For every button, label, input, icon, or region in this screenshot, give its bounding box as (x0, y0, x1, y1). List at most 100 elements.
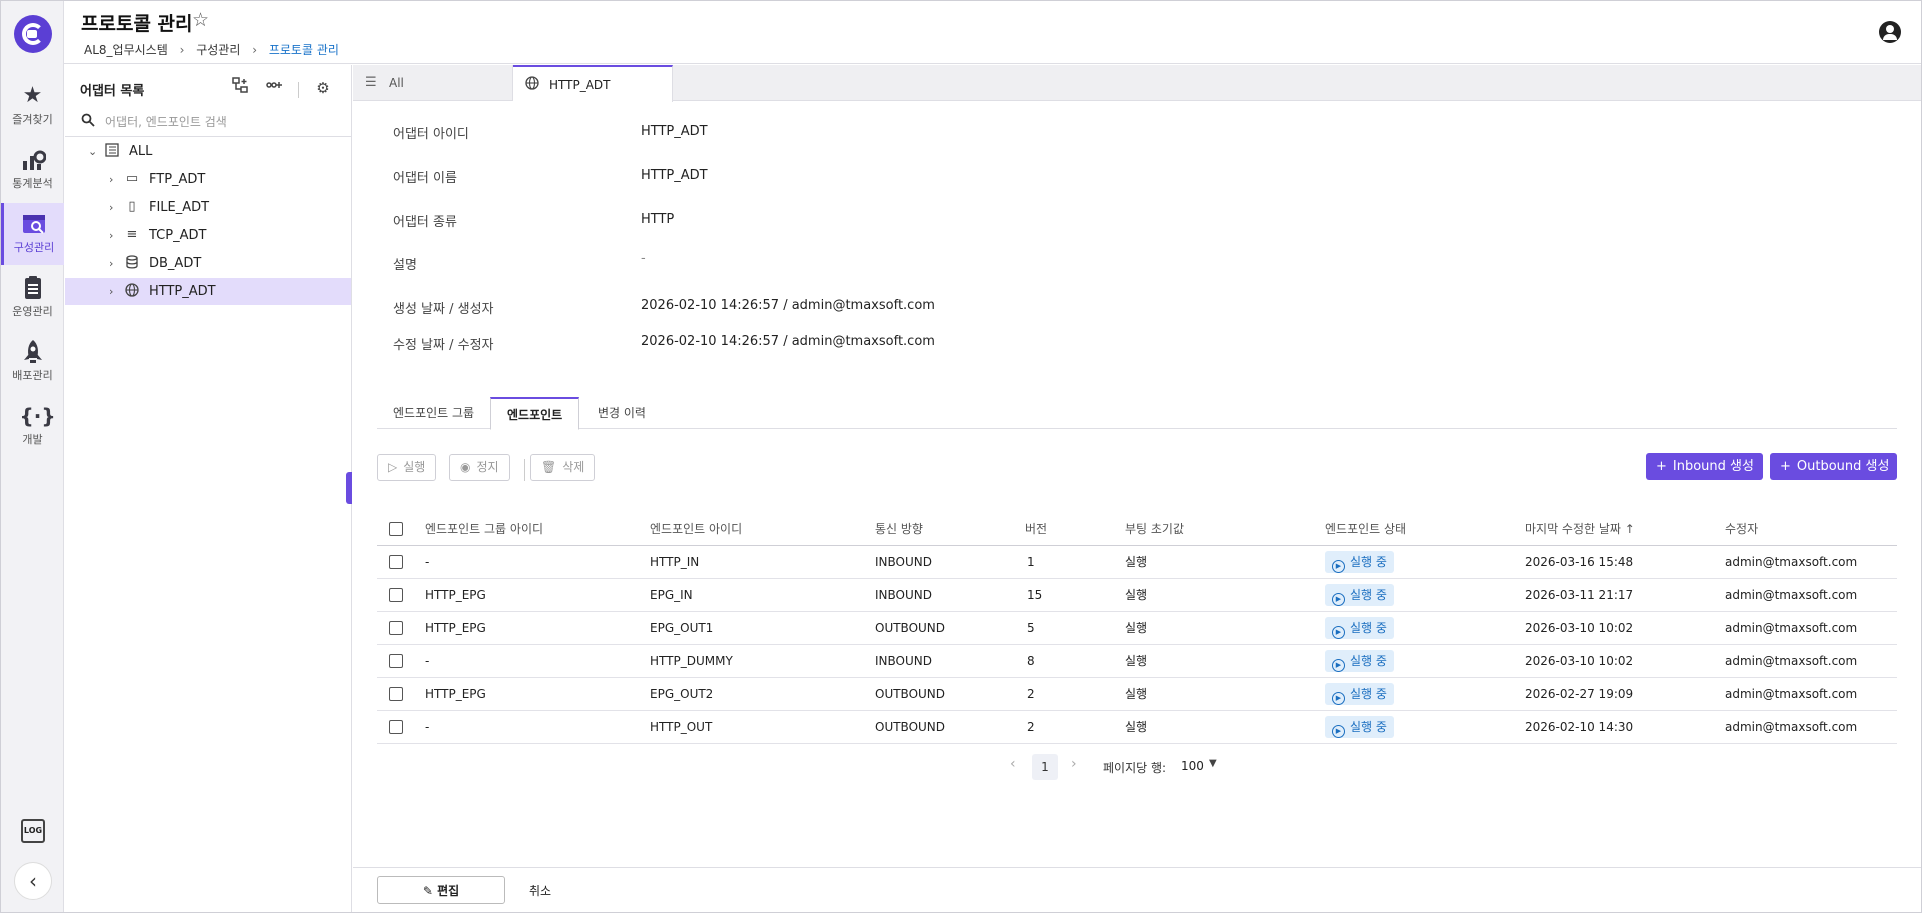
chevron-right-icon[interactable]: › (109, 194, 113, 221)
table-row[interactable]: - HTTP_OUT OUTBOUND 2 실행 ▶ 실행 중 2026-02-1… (377, 711, 1897, 744)
last-modified: 2026-03-10 10:02 (1525, 621, 1634, 635)
adapter-name-label: 어댑터 이름 (393, 171, 457, 186)
caret-down-icon[interactable]: ▼ (1209, 758, 1217, 769)
create-inbound-button[interactable]: + Inbound 생성 (1646, 453, 1763, 480)
table-row[interactable]: HTTP_EPG EPG_IN INBOUND 15 실행 ▶ 실행 중 2026… (377, 579, 1897, 612)
stop-icon: ◉ (460, 460, 471, 474)
tree-node-ftp[interactable]: › ▭ FTP_ADT (65, 166, 351, 193)
list-icon: ☰ (365, 75, 377, 90)
nav-item-develop[interactable]: {·} 개발 (1, 395, 64, 457)
chevron-right-icon[interactable]: › (109, 250, 113, 277)
tree-node-label: FILE_ADT (149, 200, 210, 215)
tree-node-label: DB_ADT (149, 256, 202, 271)
version: 5 (1027, 621, 1035, 635)
breadcrumb-current[interactable]: 프로토콜 관리 (269, 41, 339, 58)
description-label: 설명 (393, 258, 417, 273)
last-modified: 2026-03-16 15:48 (1525, 555, 1634, 569)
chevron-right-icon[interactable]: › (109, 222, 113, 249)
endpoint-id: EPG_IN (650, 588, 693, 602)
chevron-down-icon[interactable]: ⌄ (88, 138, 97, 165)
breadcrumb-item[interactable]: 구성관리 (196, 41, 240, 58)
table-row[interactable]: - HTTP_IN INBOUND 1 실행 ▶ 실행 중 2026-03-16 … (377, 546, 1897, 579)
column-header[interactable]: 엔드포인트 아이디 (650, 513, 742, 546)
tab-endpoint-group[interactable]: 엔드포인트 그룹 (377, 397, 490, 429)
nav-item-statistics[interactable]: 통계분석 (1, 139, 64, 201)
adapter-type-value: HTTP (641, 212, 675, 227)
row-checkbox[interactable] (389, 720, 403, 734)
chevron-right-icon[interactable]: › (109, 278, 113, 305)
endpoint-id: HTTP_DUMMY (650, 654, 733, 668)
boot-default: 실행 (1125, 654, 1148, 668)
column-header-sorted[interactable]: 마지막 수정한 날짜 ↑ (1525, 513, 1635, 546)
log-icon[interactable]: LOG (21, 819, 45, 843)
adapter-type-label: 어댑터 종류 (393, 215, 457, 230)
panel-resize-handle[interactable] (346, 472, 352, 504)
footer-bar: ✎ 편집 취소 (353, 867, 1921, 912)
nav-item-favorites[interactable]: ★ 즐겨찾기 (1, 75, 64, 137)
stop-button-label: 정지 (476, 460, 499, 474)
chevron-right-icon[interactable]: › (109, 166, 113, 193)
modifier: admin@tmaxsoft.com (1725, 654, 1858, 668)
table-row[interactable]: - HTTP_DUMMY INBOUND 8 실행 ▶ 실행 중 2026-03-… (377, 645, 1897, 678)
add-endpoint-icon[interactable] (264, 77, 284, 97)
action-divider (524, 459, 525, 481)
status-text: 실행 중 (1350, 654, 1387, 668)
chevron-right-icon[interactable]: › (1071, 756, 1077, 772)
app-logo[interactable] (14, 15, 52, 53)
tab-http-adt[interactable]: HTTP_ADT (513, 65, 673, 102)
column-header[interactable]: 엔드포인트 상태 (1325, 513, 1406, 546)
stop-button[interactable]: ◉ 정지 (449, 454, 510, 481)
settings-gear-icon[interactable]: ⚙ (313, 78, 333, 98)
row-checkbox[interactable] (389, 687, 403, 701)
adapter-list-title: 어댑터 목록 (80, 84, 145, 99)
description-value: - (641, 251, 646, 266)
table-row[interactable]: HTTP_EPG EPG_OUT2 OUTBOUND 2 실행 ▶ 실행 중 20… (377, 678, 1897, 711)
row-checkbox[interactable] (389, 588, 403, 602)
table-row[interactable]: HTTP_EPG EPG_OUT1 OUTBOUND 5 실행 ▶ 실행 중 20… (377, 612, 1897, 645)
delete-button[interactable]: 🗑 삭제 (530, 454, 596, 481)
row-checkbox[interactable] (389, 654, 403, 668)
tree-node-tcp[interactable]: › ≡ TCP_ADT (65, 222, 351, 249)
row-checkbox[interactable] (389, 555, 403, 569)
tree-node-http[interactable]: › HTTP_ADT (65, 278, 351, 305)
ftp-icon: ▭ (125, 171, 139, 186)
run-button[interactable]: ▷ 실행 (377, 454, 437, 481)
select-all-checkbox[interactable] (389, 522, 403, 536)
favorite-star-icon[interactable]: ☆ (192, 9, 209, 31)
modifier: admin@tmaxsoft.com (1725, 588, 1858, 602)
chevron-left-icon[interactable]: ‹ (1010, 756, 1016, 772)
column-header[interactable]: 부팅 초기값 (1125, 513, 1184, 546)
collapse-sidebar-button[interactable]: ‹ (14, 862, 52, 900)
nav-item-deploy[interactable]: 배포관리 (1, 331, 64, 393)
column-header[interactable]: 수정자 (1725, 513, 1758, 546)
column-header[interactable]: 통신 방향 (875, 513, 923, 546)
endpoint-group-id: - (425, 654, 430, 668)
tree-node-file[interactable]: › ▯ FILE_ADT (65, 194, 351, 221)
direction: INBOUND (875, 588, 932, 602)
nav-item-config[interactable]: 구성관리 (1, 203, 64, 265)
tab-all[interactable]: ☰ All (353, 65, 513, 101)
row-checkbox[interactable] (389, 621, 403, 635)
add-adapter-icon[interactable] (230, 77, 250, 97)
tree-node-all[interactable]: ⌄ ALL (65, 138, 351, 165)
tree-node-db[interactable]: › DB_ADT (65, 250, 351, 277)
user-account-icon[interactable] (1879, 21, 1901, 43)
breadcrumb-item[interactable]: AL8_업무시스템 (84, 41, 168, 58)
rows-per-page-select[interactable]: 100 (1181, 759, 1204, 773)
cancel-button[interactable]: 취소 (529, 882, 551, 899)
rows-per-page-label: 페이지당 행: (1103, 761, 1167, 775)
page-number-current[interactable]: 1 (1032, 754, 1058, 780)
nav-item-operations[interactable]: 운영관리 (1, 267, 64, 329)
config-icon (21, 211, 47, 237)
create-outbound-button[interactable]: + Outbound 생성 (1770, 453, 1897, 480)
column-header[interactable]: 버전 (1025, 513, 1047, 546)
tree-node-label: HTTP_ADT (149, 284, 216, 299)
tree-toolbar: ⚙ (220, 77, 333, 98)
status-badge: ▶ 실행 중 (1325, 612, 1394, 645)
tab-endpoint[interactable]: 엔드포인트 (490, 397, 580, 430)
column-header[interactable]: 엔드포인트 그룹 아이디 (425, 513, 543, 546)
main-content: ☰ All HTTP_ADT 어댑터 아이디 HTTP_ADT 어댑터 이름 H… (353, 65, 1921, 912)
tab-change-history[interactable]: 변경 이력 (582, 397, 662, 429)
edit-button[interactable]: ✎ 편집 (377, 876, 505, 904)
adapter-search-input[interactable] (105, 111, 335, 133)
